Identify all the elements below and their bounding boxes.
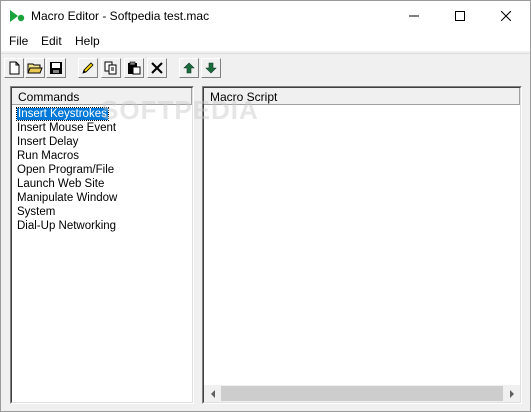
open-folder-icon <box>27 63 43 74</box>
scroll-right-icon <box>509 389 514 398</box>
save-button[interactable] <box>46 58 66 78</box>
move-up-button[interactable] <box>179 58 199 78</box>
macro-script-panel: Macro Script <box>202 86 522 404</box>
list-item-label: Insert Keystrokes <box>16 107 109 121</box>
app-icon <box>10 10 25 22</box>
window-title: Macro Editor - Softpedia test.mac <box>31 9 210 23</box>
list-item-label: Dial-Up Networking <box>17 220 117 232</box>
delete-icon <box>151 62 163 74</box>
close-icon <box>501 11 511 21</box>
close-button[interactable] <box>483 1 529 31</box>
new-button[interactable] <box>4 58 24 78</box>
menu-edit[interactable]: Edit <box>41 34 62 48</box>
scroll-left-button[interactable] <box>204 385 221 402</box>
paste-icon <box>128 61 141 75</box>
paste-button[interactable] <box>124 58 144 78</box>
horizontal-scrollbar[interactable] <box>204 385 520 402</box>
minimize-button[interactable] <box>391 1 437 31</box>
softpedia-watermark: SOFTPEDIA <box>101 95 259 125</box>
list-item-label: Manipulate Window <box>17 192 118 204</box>
list-item[interactable]: Open Program/File <box>16 163 190 177</box>
edit-button[interactable] <box>78 58 98 78</box>
menu-bar: File Edit Help <box>1 31 530 51</box>
toolbar <box>1 53 530 81</box>
list-item-label: Insert Delay <box>17 136 79 148</box>
move-down-icon <box>205 62 217 74</box>
list-item-label: Launch Web Site <box>17 178 105 190</box>
list-item[interactable]: Run Macros <box>16 149 190 163</box>
title-bar[interactable]: Macro Editor - Softpedia test.mac <box>1 1 530 31</box>
menu-file[interactable]: File <box>9 34 28 48</box>
move-down-button[interactable] <box>201 58 221 78</box>
list-item-label: Run Macros <box>17 150 79 162</box>
edit-pencil-icon <box>82 62 94 74</box>
open-button[interactable] <box>25 58 45 78</box>
commands-panel: Commands Insert Keystrokes Insert Mouse … <box>10 86 194 404</box>
list-item[interactable]: Insert Delay <box>16 135 190 149</box>
list-item[interactable]: System <box>16 205 190 219</box>
minimize-icon <box>409 15 419 17</box>
scroll-left-icon <box>210 389 215 398</box>
copy-button[interactable] <box>101 58 121 78</box>
commands-header-label: Commands <box>18 90 80 104</box>
save-icon <box>50 62 62 74</box>
list-item-label: Open Program/File <box>17 164 115 176</box>
list-item-label: System <box>17 206 56 218</box>
maximize-button[interactable] <box>437 1 483 31</box>
move-up-icon <box>183 62 195 74</box>
list-item[interactable]: Dial-Up Networking <box>16 219 190 233</box>
macro-editor-window: Macro Editor - Softpedia test.mac File E… <box>0 0 531 412</box>
list-item[interactable]: Launch Web Site <box>16 177 190 191</box>
maximize-icon <box>455 11 465 21</box>
menu-help[interactable]: Help <box>75 34 100 48</box>
list-item[interactable]: Manipulate Window <box>16 191 190 205</box>
delete-button[interactable] <box>147 58 167 78</box>
copy-icon <box>104 61 117 75</box>
scroll-right-button[interactable] <box>503 385 520 402</box>
scrollbar-thumb[interactable] <box>221 386 503 401</box>
new-file-icon <box>9 61 20 75</box>
